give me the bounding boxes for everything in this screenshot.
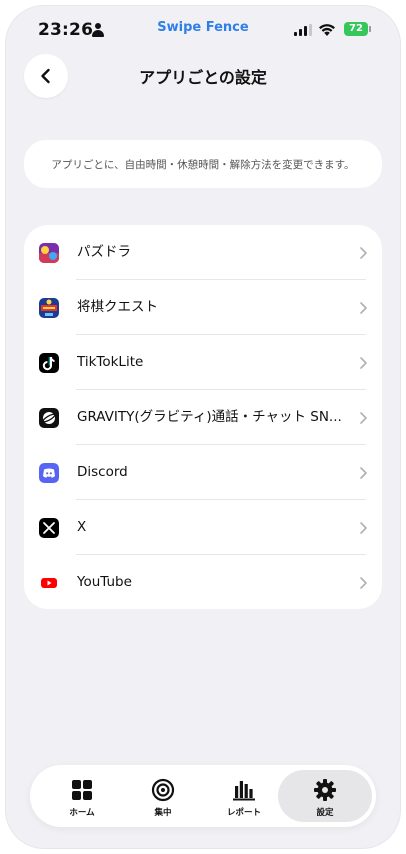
list-item[interactable]: 将棋クエスト xyxy=(24,280,382,335)
chevron-right-icon xyxy=(360,357,367,369)
tab-report[interactable]: レポート xyxy=(197,770,291,822)
tab-focus[interactable]: 集中 xyxy=(116,770,210,822)
x-icon xyxy=(39,518,59,538)
app-label: 将棋クエスト xyxy=(77,299,158,315)
tiktok-icon xyxy=(39,353,59,373)
chevron-right-icon xyxy=(360,302,367,314)
app-label: GRAVITY(グラビティ)通話・チャット SN... xyxy=(77,409,342,425)
info-text: アプリごとに、自由時間・休憩時間・解除方法を変更できます。 xyxy=(51,158,355,171)
chevron-right-icon xyxy=(360,522,367,534)
list-item[interactable]: YouTube xyxy=(24,555,382,610)
app-label: パズドラ xyxy=(77,244,131,260)
bar-chart-icon xyxy=(233,781,255,801)
grid-icon xyxy=(72,780,92,800)
shogi-quest-icon xyxy=(39,298,59,318)
app-list: パズドラ 将棋クエスト TikTokLite GRAVITY(グラビティ)通話・… xyxy=(24,225,382,609)
discord-icon xyxy=(39,463,59,483)
tab-settings[interactable]: 設定 xyxy=(278,770,372,822)
youtube-icon xyxy=(39,573,59,593)
app-label: YouTube xyxy=(77,574,132,590)
gear-icon xyxy=(314,779,336,801)
tab-home[interactable]: ホーム xyxy=(35,770,129,822)
chevron-right-icon xyxy=(360,467,367,479)
tab-label: 設定 xyxy=(316,808,334,818)
list-item[interactable]: パズドラ xyxy=(24,225,382,280)
wifi-icon xyxy=(319,24,335,36)
target-icon xyxy=(151,778,175,802)
app-brand: Swipe Fence xyxy=(157,20,249,35)
status-bar: 23:26 Swipe Fence 72 xyxy=(6,6,400,52)
tab-bar: ホーム 集中 レポート 設定 xyxy=(30,765,376,827)
app-label: Discord xyxy=(77,464,128,480)
list-item[interactable]: Discord xyxy=(24,445,382,500)
chevron-right-icon xyxy=(360,577,367,589)
battery-icon: 72 xyxy=(344,22,368,36)
page-title: アプリごとの設定 xyxy=(139,68,267,87)
tab-label: レポート xyxy=(226,808,261,818)
chevron-right-icon xyxy=(360,412,367,424)
cellular-signal-icon xyxy=(294,24,314,36)
list-item[interactable]: GRAVITY(グラビティ)通話・チャット SN... xyxy=(24,390,382,445)
screen: 23:26 Swipe Fence 72 アプリごとの設定 アプリごとに、自由時… xyxy=(6,6,400,848)
app-label: TikTokLite xyxy=(77,354,144,370)
battery-tip xyxy=(369,26,371,32)
gravity-icon xyxy=(39,408,59,428)
list-item[interactable]: X xyxy=(24,500,382,555)
info-card: アプリごとに、自由時間・休憩時間・解除方法を変更できます。 xyxy=(24,140,382,188)
list-item[interactable]: TikTokLite xyxy=(24,335,382,390)
tab-label: ホーム xyxy=(69,808,95,818)
chevron-right-icon xyxy=(360,247,367,259)
puzzle-dragons-icon xyxy=(39,243,59,263)
app-label: X xyxy=(77,519,87,535)
tab-label: 集中 xyxy=(154,808,172,818)
